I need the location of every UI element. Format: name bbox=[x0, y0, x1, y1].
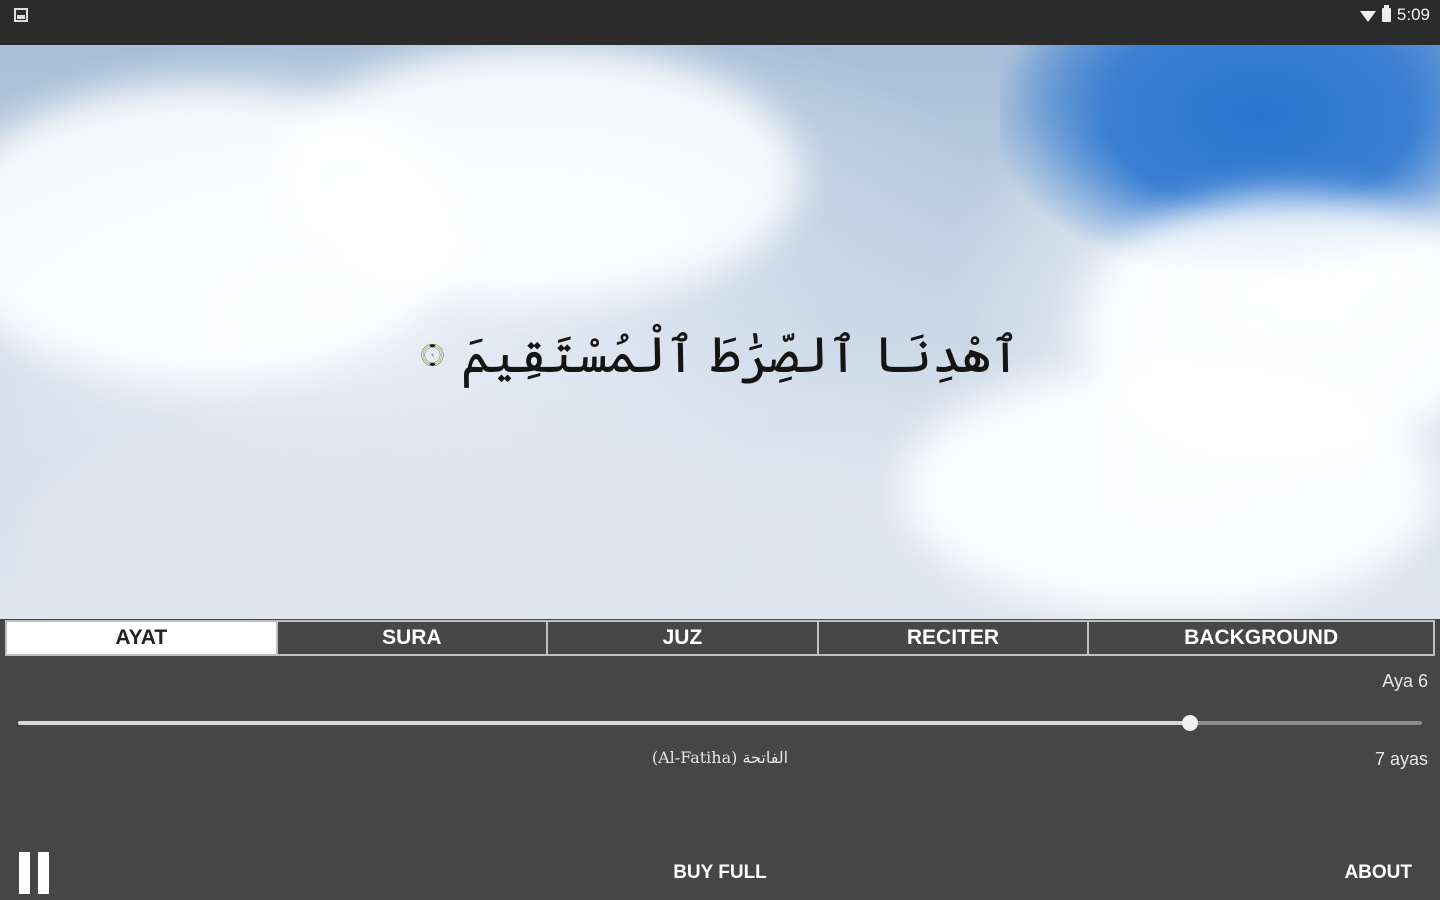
pause-icon bbox=[38, 852, 49, 894]
tab-sura[interactable]: SURA bbox=[278, 622, 549, 654]
cloud bbox=[280, 45, 800, 305]
notification-icon bbox=[14, 8, 28, 22]
tab-background[interactable]: BACKGROUND bbox=[1089, 622, 1433, 654]
status-icons: 5:09 bbox=[1359, 4, 1430, 26]
pause-button[interactable] bbox=[19, 852, 49, 894]
ayah-number: ٦ bbox=[431, 353, 434, 359]
seek-thumb[interactable] bbox=[1182, 715, 1199, 731]
about-button[interactable]: ABOUT bbox=[1344, 862, 1412, 884]
tab-reciter[interactable]: RECITER bbox=[819, 622, 1090, 654]
verse-text: ٱهْدِنَا ٱلصِّرَٰطَ ٱلْمُسْتَقِيمَ bbox=[460, 326, 1020, 384]
cloud bbox=[20, 425, 720, 619]
ayas-count: 7 ayas bbox=[1374, 749, 1428, 769]
tab-ayat[interactable]: AYAT bbox=[7, 622, 278, 654]
tab-bar: AYAT SURA JUZ RECITER BACKGROUND bbox=[5, 620, 1435, 656]
pause-icon bbox=[19, 852, 30, 894]
sura-name: (Al-Fatiha) الفاتحة bbox=[651, 748, 789, 767]
verse-line: ٦ ٱهْدِنَا ٱلصِّرَٰطَ ٱلْمُسْتَقِيمَ bbox=[420, 307, 1020, 403]
verse-display: ٦ ٱهْدِنَا ٱلصِّرَٰطَ ٱلْمُسْتَقِيمَ bbox=[0, 45, 1440, 619]
status-bar: 5:09 bbox=[0, 0, 1440, 45]
seek-progress bbox=[18, 721, 1191, 725]
status-time: 5:09 bbox=[1396, 5, 1430, 24]
wifi-icon bbox=[1359, 10, 1376, 22]
ayah-number-marker: ٦ bbox=[421, 343, 444, 367]
tab-juz[interactable]: JUZ bbox=[548, 622, 819, 654]
seek-bar[interactable] bbox=[18, 715, 1422, 731]
current-aya-label: Aya 6 bbox=[1382, 671, 1428, 691]
buy-full-button[interactable]: BUY FULL bbox=[640, 862, 800, 884]
battery-icon bbox=[1381, 5, 1391, 22]
